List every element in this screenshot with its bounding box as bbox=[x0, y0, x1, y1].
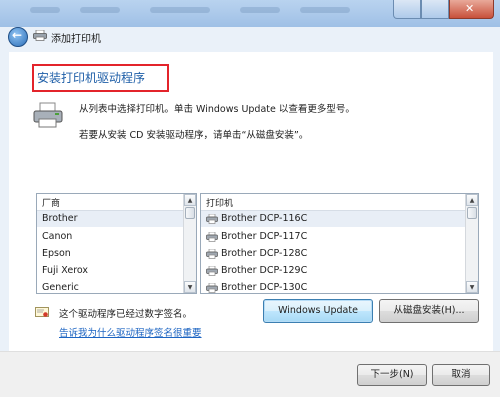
list-item[interactable]: Brother DCP-128C bbox=[201, 246, 465, 262]
manufacturer-scrollbar[interactable]: ▲ ▼ bbox=[183, 194, 196, 293]
printer-model: Brother DCP-130C bbox=[221, 282, 308, 293]
scroll-up-arrow-icon[interactable]: ▲ bbox=[184, 194, 196, 206]
manufacturer-header-label: 厂商 bbox=[42, 199, 61, 209]
printer-icon bbox=[206, 266, 218, 276]
list-item[interactable]: Brother bbox=[37, 211, 183, 227]
instruction-select-printer: 从列表中选择打印机。单击 Windows Update 以查看更多型号。 bbox=[79, 104, 355, 115]
list-item[interactable]: Brother DCP-129C bbox=[201, 263, 465, 279]
maximize-button[interactable] bbox=[421, 0, 449, 19]
list-item[interactable]: Brother DCP-130C bbox=[201, 280, 465, 293]
printer-list[interactable]: 打印机 Brother DCP-116C Brother DCP-117C Br… bbox=[200, 193, 479, 294]
back-arrow-icon[interactable] bbox=[8, 27, 28, 47]
list-item[interactable]: Brother DCP-116C bbox=[201, 211, 465, 227]
wizard-content: 安装打印机驱动程序 从列表中选择打印机。单击 Windows Update 以查… bbox=[9, 52, 493, 351]
manufacturer-list[interactable]: 厂商 Brother Canon Epson Fuji Xerox Generi… bbox=[36, 193, 197, 294]
printer-model: Brother DCP-117C bbox=[221, 231, 308, 242]
printer-icon bbox=[33, 102, 63, 128]
list-item[interactable]: Brother DCP-117C bbox=[201, 229, 465, 245]
scroll-up-arrow-icon[interactable]: ▲ bbox=[466, 194, 478, 206]
printer-header-label: 打印机 bbox=[206, 199, 234, 209]
list-item[interactable]: Fuji Xerox bbox=[37, 263, 183, 279]
certificate-icon bbox=[35, 307, 49, 317]
signing-info-link[interactable]: 告诉我为什么驱动程序签名很重要 bbox=[59, 325, 202, 339]
close-button[interactable] bbox=[449, 0, 494, 19]
cancel-button[interactable]: 取消 bbox=[432, 364, 490, 386]
printer-model: Brother DCP-129C bbox=[221, 265, 308, 276]
window-title: 添加打印机 bbox=[51, 34, 101, 45]
wizard-footer: 下一步(N) 取消 bbox=[0, 351, 500, 397]
window-controls bbox=[393, 0, 494, 19]
printer-icon bbox=[206, 283, 218, 293]
printer-icon bbox=[206, 249, 218, 259]
scroll-thumb[interactable] bbox=[185, 207, 195, 219]
minimize-button[interactable] bbox=[393, 0, 421, 19]
blurred-title-area bbox=[0, 0, 380, 18]
printer-icon bbox=[33, 30, 47, 41]
printer-icon bbox=[206, 232, 218, 242]
title-bar bbox=[0, 0, 500, 27]
scroll-thumb[interactable] bbox=[467, 207, 477, 219]
manufacturer-name: Brother bbox=[42, 213, 78, 224]
add-printer-window: 添加打印机 安装打印机驱动程序 从列表中选择打印机。单击 Windows Upd… bbox=[0, 0, 500, 397]
list-item[interactable]: Generic bbox=[37, 280, 183, 293]
list-item[interactable]: Canon bbox=[37, 229, 183, 245]
scroll-down-arrow-icon[interactable]: ▼ bbox=[466, 281, 478, 293]
printer-scrollbar[interactable]: ▲ ▼ bbox=[465, 194, 478, 293]
manufacturer-list-header: 厂商 bbox=[37, 194, 184, 211]
page-heading: 安装打印机驱动程序 bbox=[37, 71, 146, 85]
next-button[interactable]: 下一步(N) bbox=[357, 364, 427, 386]
list-item[interactable]: Epson bbox=[37, 246, 183, 262]
printer-model: Brother DCP-128C bbox=[221, 248, 308, 259]
printer-model: Brother DCP-116C bbox=[221, 213, 308, 224]
printer-icon bbox=[206, 214, 218, 224]
windows-update-button[interactable]: Windows Update bbox=[263, 299, 373, 323]
instruction-have-disk: 若要从安装 CD 安装驱动程序，请单击“从磁盘安装”。 bbox=[79, 130, 309, 141]
driver-signed-status: 这个驱动程序已经过数字签名。 bbox=[59, 309, 193, 320]
manufacturer-name: Fuji Xerox bbox=[42, 265, 89, 276]
manufacturer-name: Canon bbox=[42, 231, 73, 242]
printer-list-header: 打印机 bbox=[201, 194, 466, 211]
have-disk-button[interactable]: 从磁盘安装(H)... bbox=[379, 299, 479, 323]
manufacturer-name: Generic bbox=[42, 282, 79, 293]
manufacturer-name: Epson bbox=[42, 248, 71, 259]
scroll-down-arrow-icon[interactable]: ▼ bbox=[184, 281, 196, 293]
